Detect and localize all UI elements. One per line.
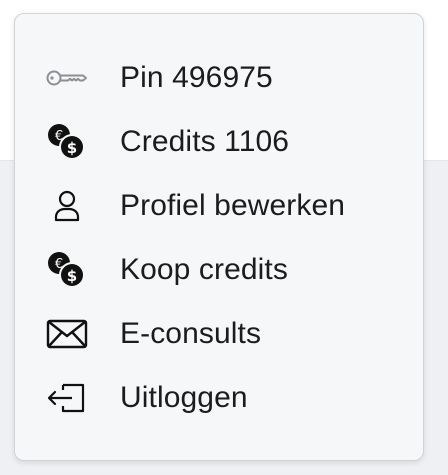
menu-item-edit-profile-label: Profiel bewerken xyxy=(120,189,346,222)
menu-item-pin[interactable]: Pin 496975 xyxy=(15,46,423,110)
account-menu-list: Pin 496975 € $ Credits 1106 Profiel bewe… xyxy=(15,46,423,430)
menu-item-buy-credits[interactable]: € $ Koop credits xyxy=(15,238,423,302)
menu-item-edit-profile[interactable]: Profiel bewerken xyxy=(15,174,423,238)
svg-text:$: $ xyxy=(67,139,77,157)
menu-item-credits-label: Credits 1106 xyxy=(120,125,290,158)
logout-icon xyxy=(45,378,89,418)
account-dropdown-menu: Pin 496975 € $ Credits 1106 Profiel bewe… xyxy=(14,13,424,461)
euro-dollar-coins-icon: € $ xyxy=(45,122,89,162)
menu-item-buy-credits-label: Koop credits xyxy=(120,253,288,286)
key-icon xyxy=(45,58,89,98)
menu-item-credits[interactable]: € $ Credits 1106 xyxy=(15,110,423,174)
menu-item-logout[interactable]: Uitloggen xyxy=(15,366,423,430)
menu-item-logout-label: Uitloggen xyxy=(120,381,248,414)
euro-dollar-coins-icon: € $ xyxy=(45,250,89,290)
user-icon xyxy=(45,186,89,226)
envelope-icon xyxy=(45,314,89,354)
menu-item-pin-label: Pin 496975 xyxy=(120,61,273,94)
menu-item-e-consults-label: E-consults xyxy=(120,317,262,350)
svg-text:$: $ xyxy=(67,267,77,285)
menu-item-e-consults[interactable]: E-consults xyxy=(15,302,423,366)
